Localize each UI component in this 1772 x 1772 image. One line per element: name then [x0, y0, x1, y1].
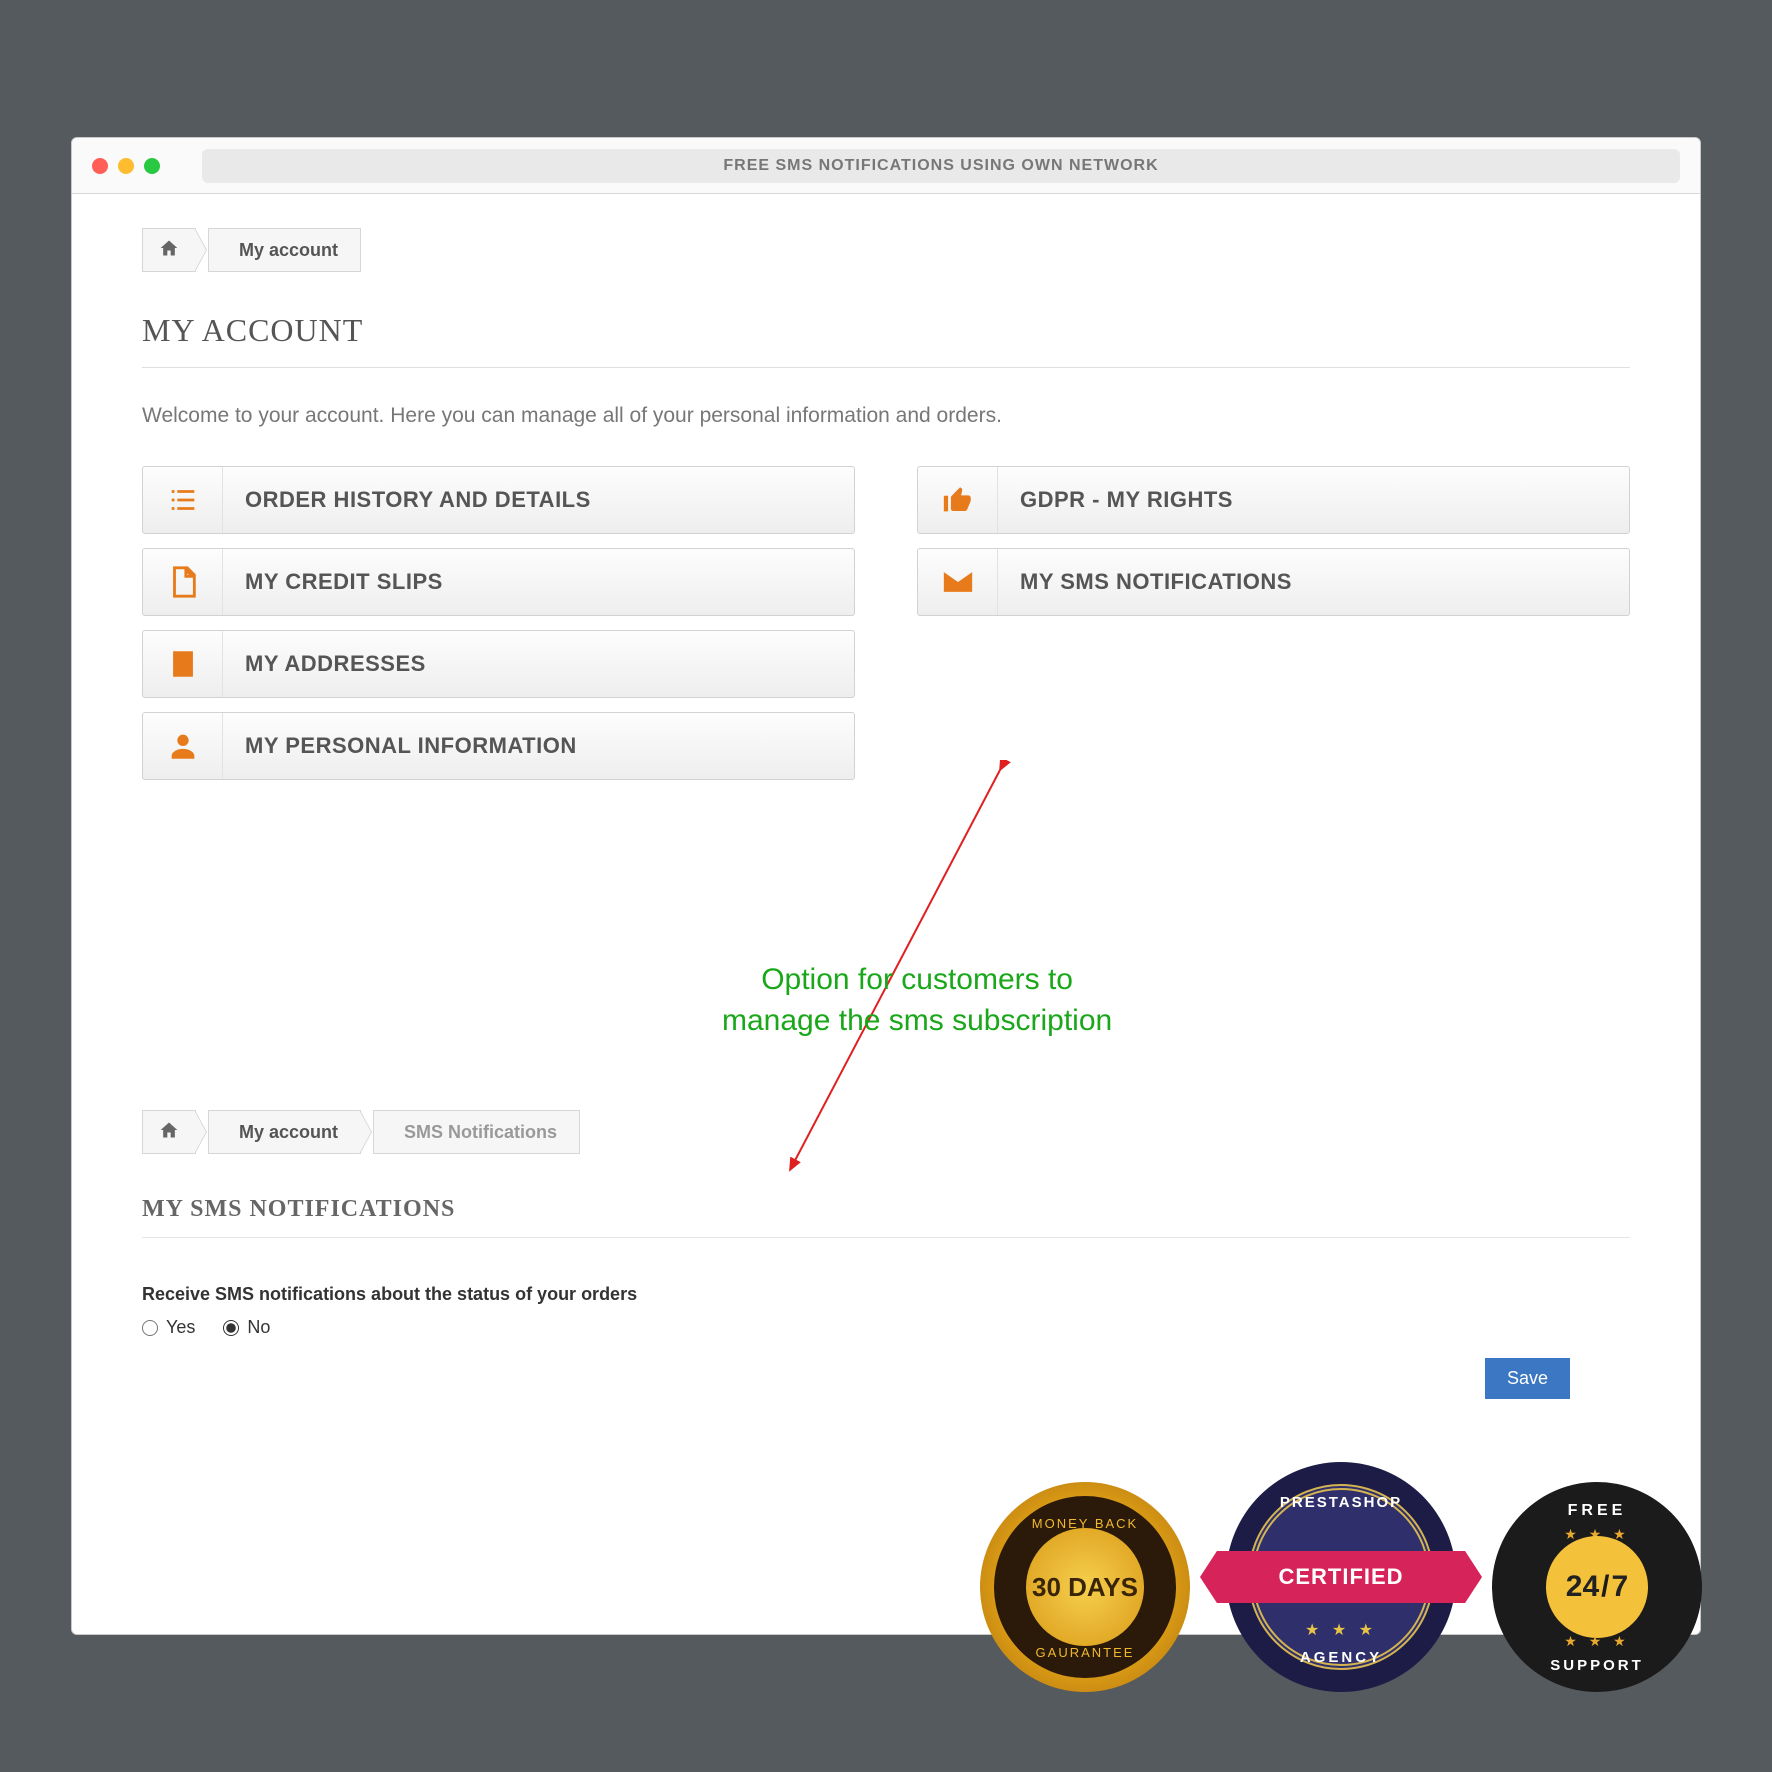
trust-badges: MONEY BACK GAURANTEE 30 DAYS PRESTASHOP … [980, 1462, 1702, 1692]
divider [142, 367, 1630, 368]
address-bar: FREE SMS NOTIFICATIONS USING OWN NETWORK [202, 149, 1680, 183]
breadcrumb-current[interactable]: SMS Notifications [373, 1110, 580, 1154]
badge-certified: PRESTASHOP CERTIFIED ★ ★ ★ AGENCY [1226, 1462, 1456, 1692]
badge-text: PRESTASHOP [1226, 1494, 1456, 1511]
document-icon [143, 549, 223, 615]
window-controls [92, 158, 160, 174]
annotation-area: Option for customers to manage the sms s… [142, 840, 1630, 1100]
annotation-text: Option for customers to manage the sms s… [722, 960, 1112, 1041]
radio-input-no[interactable] [223, 1320, 239, 1336]
tile-gdpr[interactable]: GDPR - MY RIGHTS [917, 466, 1630, 534]
breadcrumb-current[interactable]: My account [208, 228, 361, 272]
badge-text: AGENCY [1226, 1649, 1456, 1666]
annotation-line: manage the sms subscription [722, 1001, 1112, 1042]
close-dot[interactable] [92, 158, 108, 174]
form-label: Receive SMS notifications about the stat… [142, 1284, 1630, 1305]
user-icon [143, 713, 223, 779]
welcome-text: Welcome to your account. Here you can ma… [142, 404, 1630, 428]
radio-input-yes[interactable] [142, 1320, 158, 1336]
badge-text: SUPPORT [1492, 1657, 1702, 1674]
tile-credit-slips[interactable]: MY CREDIT SLIPS [142, 548, 855, 616]
building-icon [143, 631, 223, 697]
list-icon [143, 467, 223, 533]
radio-label: No [247, 1317, 270, 1338]
tile-sms-notifications[interactable]: MY SMS NOTIFICATIONS [917, 548, 1630, 616]
account-tiles: ORDER HISTORY AND DETAILS GDPR - MY RIGH… [142, 466, 1630, 780]
browser-window: FREE SMS NOTIFICATIONS USING OWN NETWORK… [71, 137, 1701, 1635]
badge-text: FREE [1492, 1502, 1702, 1520]
radio-group: Yes No [142, 1317, 1630, 1338]
minimize-dot[interactable] [118, 158, 134, 174]
badge-text: 30 DAYS [1032, 1574, 1138, 1600]
badge-money-back: MONEY BACK GAURANTEE 30 DAYS [980, 1482, 1190, 1692]
tile-addresses[interactable]: MY ADDRESSES [142, 630, 855, 698]
home-icon [159, 238, 179, 263]
save-bar: Save [142, 1358, 1630, 1399]
radio-yes[interactable]: Yes [142, 1317, 195, 1338]
divider [142, 1237, 1630, 1238]
badge-text: GAURANTEE [1036, 1645, 1135, 1660]
breadcrumb: My account [142, 228, 1630, 272]
tile-label: MY SMS NOTIFICATIONS [998, 549, 1629, 615]
star-icon: ★ ★ ★ [1492, 1633, 1702, 1650]
tile-order-history[interactable]: ORDER HISTORY AND DETAILS [142, 466, 855, 534]
page-body: My account MY ACCOUNT Welcome to your ac… [72, 194, 1700, 1634]
save-button[interactable]: Save [1485, 1358, 1570, 1399]
tile-label: MY ADDRESSES [223, 631, 854, 697]
badge-text: 24/7 [1546, 1536, 1648, 1638]
tile-label: MY CREDIT SLIPS [223, 549, 854, 615]
breadcrumb-label: My account [239, 1122, 338, 1143]
breadcrumb-home[interactable] [142, 228, 196, 272]
breadcrumb-label: SMS Notifications [404, 1122, 557, 1143]
envelope-icon [918, 549, 998, 615]
annotation-line: Option for customers to [722, 960, 1112, 1001]
page-title: MY ACCOUNT [142, 312, 1630, 349]
breadcrumb-parent[interactable]: My account [208, 1110, 361, 1154]
tile-label: ORDER HISTORY AND DETAILS [223, 467, 854, 533]
badge-ribbon: CERTIFIED [1200, 1551, 1482, 1603]
section-title: MY SMS NOTIFICATIONS [142, 1196, 1630, 1223]
home-icon [159, 1120, 179, 1145]
breadcrumb-home[interactable] [142, 1110, 196, 1154]
thumbs-up-icon [918, 467, 998, 533]
radio-no[interactable]: No [223, 1317, 270, 1338]
radio-label: Yes [166, 1317, 195, 1338]
breadcrumb-label: My account [239, 240, 338, 261]
tile-label: GDPR - MY RIGHTS [998, 467, 1629, 533]
star-icon: ★ ★ ★ [1226, 1620, 1456, 1640]
badge-support: FREE ★ ★ ★ 24/7 ★ ★ ★ SUPPORT [1492, 1482, 1702, 1692]
zoom-dot[interactable] [144, 158, 160, 174]
window-titlebar: FREE SMS NOTIFICATIONS USING OWN NETWORK [72, 138, 1700, 194]
